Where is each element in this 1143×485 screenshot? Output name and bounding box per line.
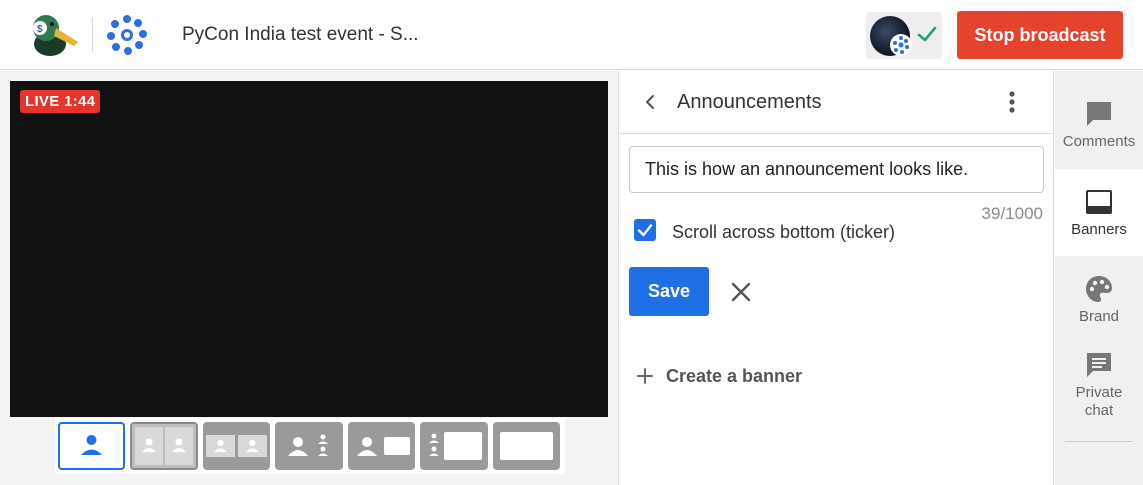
brand-badge-icon [890,34,912,56]
banners-panel: Announcements 39/1000 Scroll across bott… [620,71,1054,485]
panel-header: Announcements [620,71,1054,134]
sidebar-item-comments[interactable]: Comments [1055,91,1143,169]
layout-selector [55,418,565,474]
layout-button-two-group[interactable] [130,422,198,470]
person-icon [81,435,102,455]
sidebar-item-private-chat[interactable]: Private chat [1055,334,1143,434]
banner-icon [1086,190,1112,214]
studio-root: $ PyCon India test event - S... Stop bro… [0,0,1143,485]
more-vertical-icon[interactable] [1002,89,1022,115]
sidebar-item-brand[interactable]: Brand [1055,256,1143,334]
broadcast-stage: LIVE 1:44 [10,81,608,417]
host-avatar-button[interactable] [866,12,942,59]
palette-icon [1086,276,1112,302]
layout-button-screen-only[interactable] [493,422,560,470]
check-icon [917,26,937,42]
group-people-icon [288,434,328,456]
checkmark-icon [637,224,653,237]
top-bar: $ PyCon India test event - S... Stop bro… [0,0,1143,70]
group-screen-icon [429,432,482,460]
layout-button-person-screen[interactable] [348,422,415,470]
ticker-checkbox[interactable] [634,219,656,241]
sidebar-item-label: Brand [1078,308,1120,325]
stop-broadcast-button[interactable]: Stop broadcast [957,11,1123,59]
layout-button-two-split[interactable] [203,422,270,470]
live-badge: LIVE 1:44 [20,90,101,113]
comment-icon [1087,102,1111,126]
sidebar-item-label: Private chat [1075,384,1123,419]
close-icon[interactable] [728,279,754,305]
sidebar-item-label: Banners [1071,221,1127,238]
split-people-icon [206,435,267,457]
announcement-input[interactable] [629,146,1044,193]
sidebar-item-banners[interactable]: Banners [1055,169,1143,256]
right-sidebar: Comments Banners Brand Private chat [1055,71,1143,485]
layout-button-solo[interactable] [58,422,125,470]
event-title[interactable]: PyCon India test event - S... [182,24,419,46]
stage-area: LIVE 1:44 [0,71,619,485]
create-banner-label: Create a banner [666,366,803,386]
sidebar-item-label: Comments [1062,133,1136,150]
plus-icon [637,368,653,384]
logo-separator [92,18,93,52]
panel-title: Announcements [677,91,822,113]
svg-text:$: $ [37,24,43,35]
chevron-left-icon[interactable] [640,91,662,113]
duck-logo-icon: $ [33,15,78,56]
char-count: 39/1000 [981,204,1043,223]
brand-swirl-icon [107,15,147,55]
layout-button-group-screen[interactable] [420,422,488,470]
two-people-icon [135,427,193,465]
screen-icon [500,432,553,460]
save-button[interactable]: Save [629,267,709,316]
sidebar-divider [1065,441,1133,442]
ticker-label[interactable]: Scroll across bottom (ticker) [672,222,895,243]
layout-button-three-group[interactable] [275,422,343,470]
chat-icon [1087,353,1111,377]
person-screen-icon [357,437,410,456]
